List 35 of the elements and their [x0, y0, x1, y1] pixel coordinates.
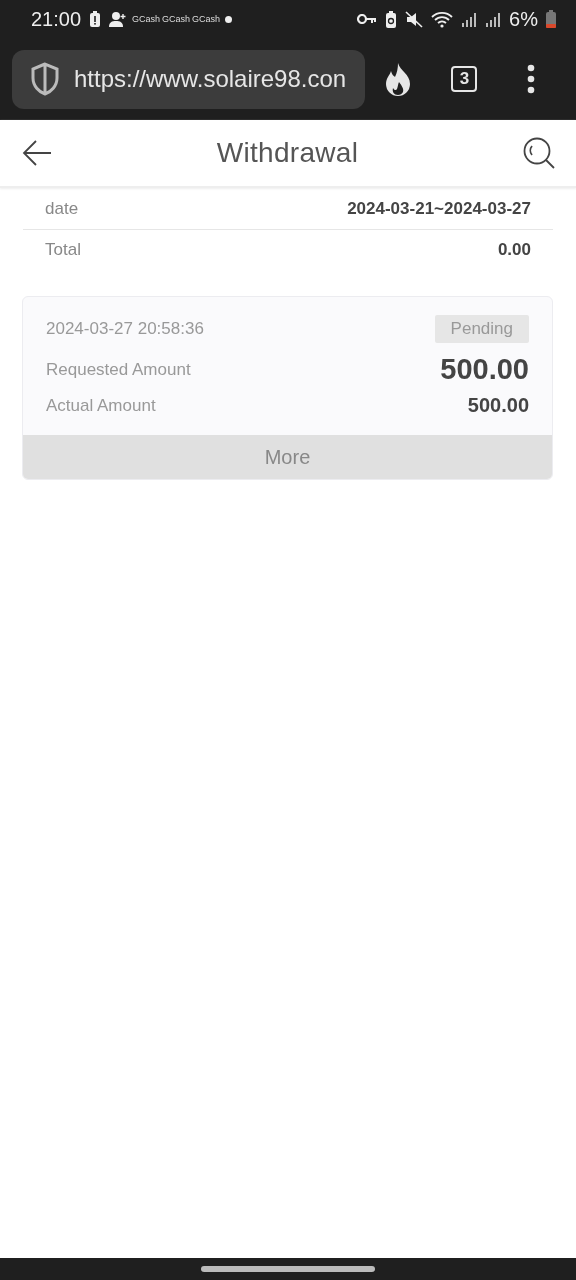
battery-low-icon — [546, 10, 556, 28]
key-icon — [357, 14, 378, 24]
clock-time: 21:00 — [31, 7, 82, 31]
notification-label: GCash — [162, 14, 191, 24]
wifi-icon — [431, 10, 454, 28]
notification-label: GCash — [192, 14, 221, 24]
notification-label: GCash — [132, 14, 161, 24]
battery-alert-icon — [89, 11, 102, 27]
back-arrow-icon[interactable] — [22, 139, 52, 167]
person-add-icon — [109, 11, 128, 27]
flame-icon[interactable] — [384, 62, 413, 96]
shield-icon — [30, 62, 60, 96]
requested-amount: 500.00 — [440, 353, 529, 386]
actual-amount: 500.00 — [467, 394, 529, 417]
url-text: https://www.solaire98.con — [74, 65, 347, 93]
actual-amount-label: Actual Amount — [46, 395, 156, 416]
signal-icon — [485, 11, 502, 27]
summary-value: 0.00 — [497, 240, 531, 260]
signal-icon — [461, 11, 478, 27]
dot-icon — [225, 15, 233, 23]
more-menu-icon[interactable] — [526, 64, 535, 94]
page-title: Withdrawal — [216, 137, 359, 169]
battery-saver-icon — [385, 10, 398, 28]
status-badge: Pending — [434, 315, 529, 343]
requested-amount-label: Requested Amount — [46, 359, 191, 380]
mute-icon — [405, 10, 424, 28]
search-icon[interactable] — [523, 137, 556, 169]
home-handle[interactable] — [201, 1266, 375, 1272]
summary-label: date — [45, 199, 79, 219]
address-bar[interactable]: https://www.solaire98.con — [12, 49, 365, 109]
tab-count-button[interactable]: 3 — [451, 66, 478, 92]
summary-label: Total — [45, 240, 81, 260]
summary-value: 2024-03-21~2024-03-27 — [347, 199, 531, 219]
request-datetime: 2024-03-27 20:58:36 — [46, 319, 204, 339]
battery-percent: 6% — [509, 7, 538, 31]
